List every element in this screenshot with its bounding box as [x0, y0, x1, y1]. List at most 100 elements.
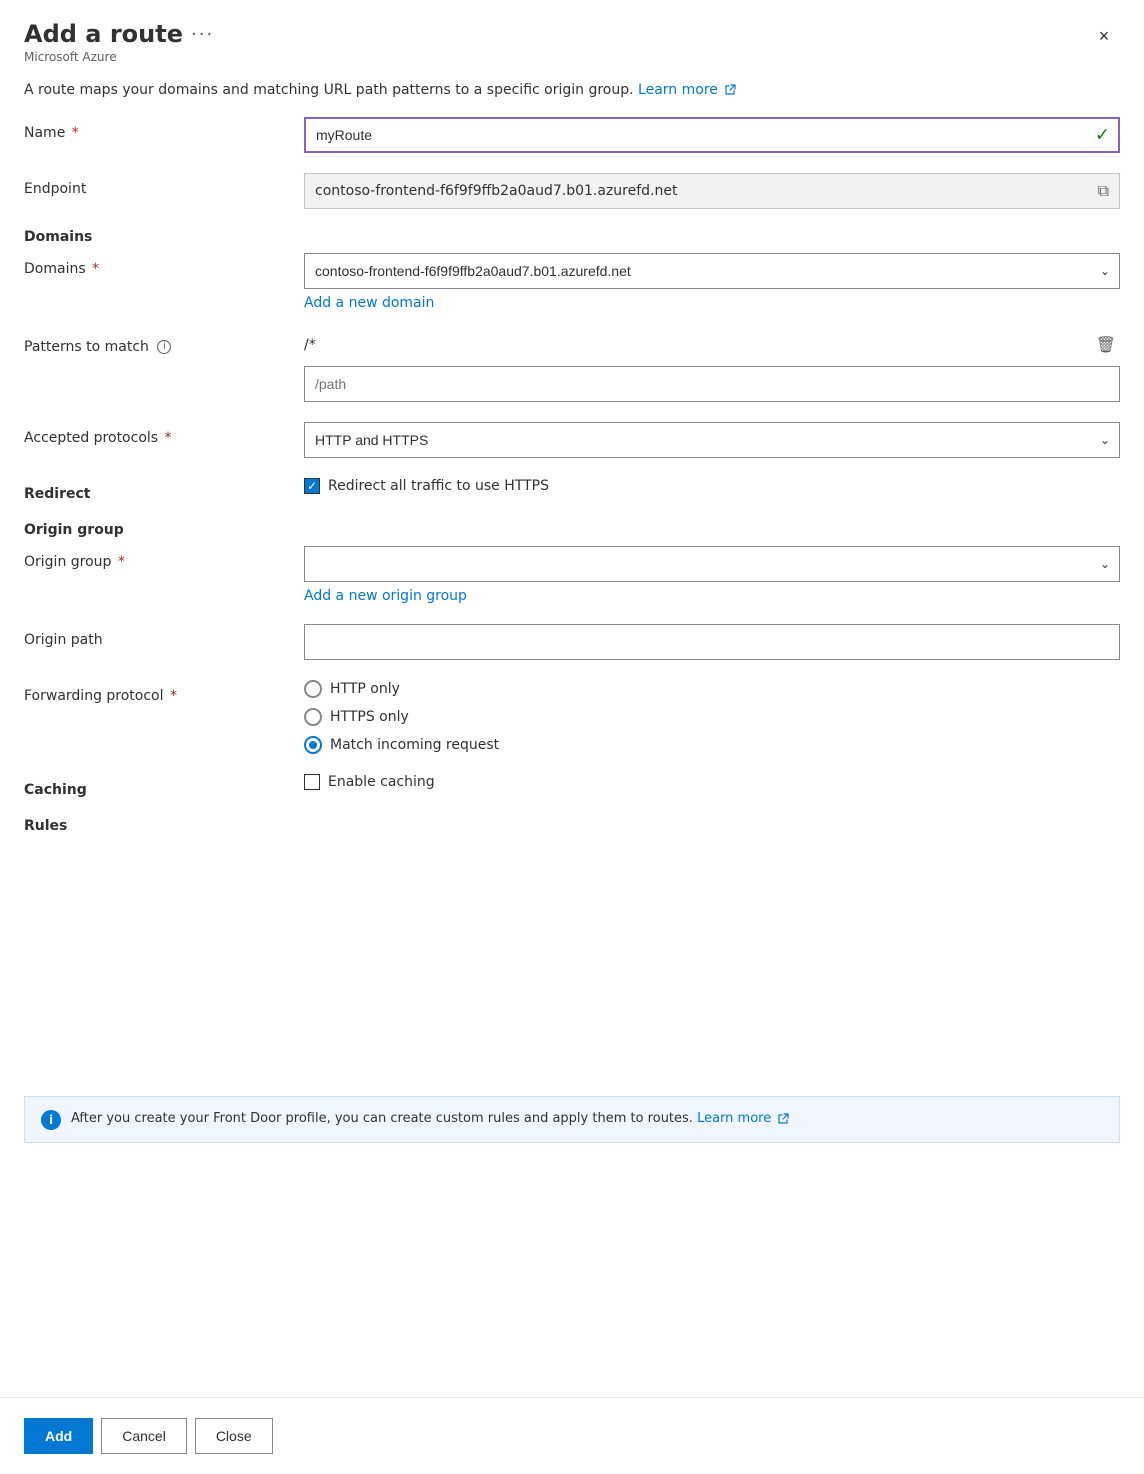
rules-section-label: Rules	[24, 818, 1120, 834]
redirect-row: Redirect ✓ Redirect all traffic to use H…	[24, 478, 1120, 502]
name-required: *	[72, 125, 79, 141]
panel-close-button[interactable]: ×	[1088, 20, 1120, 52]
radio-http-only-button[interactable]	[304, 680, 322, 698]
radio-http-only: HTTP only	[304, 680, 1120, 698]
domains-control: contoso-frontend-f6f9f9ffb2a0aud7.b01.az…	[304, 253, 1120, 311]
radio-https-only-label: HTTPS only	[330, 709, 409, 725]
name-row: Name * ✓	[24, 117, 1120, 153]
patterns-row: Patterns to match i /* 🗑	[24, 331, 1120, 402]
forwarding-protocol-label: Forwarding protocol *	[24, 680, 304, 704]
caching-checkbox-label: Enable caching	[328, 774, 435, 790]
pattern-input[interactable]	[304, 366, 1120, 402]
origin-group-section: Origin group Origin group * ⌄ Add	[24, 522, 1120, 754]
origin-group-control: ⌄ Add a new origin group	[304, 546, 1120, 604]
add-domain-link[interactable]: Add a new domain	[304, 295, 434, 311]
cancel-button[interactable]: Cancel	[101, 1418, 187, 1454]
checkmark-icon: ✓	[1095, 125, 1110, 146]
endpoint-label: Endpoint	[24, 173, 304, 197]
patterns-control: /* 🗑	[304, 331, 1120, 402]
accepted-protocols-required: *	[165, 430, 172, 446]
domains-select[interactable]: contoso-frontend-f6f9f9ffb2a0aud7.b01.az…	[304, 253, 1120, 289]
panel-title: Add a route ···	[24, 20, 214, 48]
name-label: Name *	[24, 117, 304, 141]
caching-label: Caching	[24, 774, 304, 798]
radio-http-only-label: HTTP only	[330, 681, 400, 697]
origin-group-wrapper: ⌄	[304, 546, 1120, 582]
title-dots[interactable]: ···	[191, 24, 214, 45]
domains-select-wrapper: contoso-frontend-f6f9f9ffb2a0aud7.b01.az…	[304, 253, 1120, 289]
name-input[interactable]	[304, 117, 1120, 153]
pattern-item: /* 🗑	[304, 331, 1120, 358]
patterns-info-icon[interactable]: i	[157, 340, 171, 354]
origin-path-row: Origin path	[24, 624, 1120, 660]
add-origin-group-link[interactable]: Add a new origin group	[304, 588, 467, 604]
endpoint-row: Endpoint contoso-frontend-f6f9f9ffb2a0au…	[24, 173, 1120, 209]
name-input-wrapper: ✓	[304, 117, 1120, 153]
origin-group-row: Origin group * ⌄ Add a new origin group	[24, 546, 1120, 604]
origin-group-required: *	[118, 554, 125, 570]
info-banner-text: After you create your Front Door profile…	[71, 1109, 789, 1129]
forwarding-protocol-row: Forwarding protocol * HTTP only HTTPS on…	[24, 680, 1120, 754]
caching-control: Enable caching	[304, 774, 1120, 790]
endpoint-value: contoso-frontend-f6f9f9ffb2a0aud7.b01.az…	[315, 183, 677, 199]
origin-group-section-label: Origin group	[24, 522, 1120, 538]
rules-external-link-icon	[777, 1113, 789, 1125]
panel-subtitle: Microsoft Azure	[24, 50, 214, 64]
patterns-label: Patterns to match i	[24, 331, 304, 355]
rules-learn-more-link[interactable]: Learn more	[697, 1111, 789, 1126]
domains-section-header: Domains	[24, 229, 1120, 245]
rules-section: Rules	[24, 818, 1120, 834]
origin-group-label: Origin group *	[24, 546, 304, 570]
panel-description: A route maps your domains and matching U…	[0, 64, 1144, 117]
form-body: Name * ✓ Endpoint contoso-frontend-f6f9f…	[0, 117, 1144, 1096]
close-button[interactable]: Close	[195, 1418, 273, 1454]
endpoint-field: contoso-frontend-f6f9f9ffb2a0aud7.b01.az…	[304, 173, 1120, 209]
redirect-label: Redirect	[24, 478, 304, 502]
radio-https-only-button[interactable]	[304, 708, 322, 726]
redirect-checkbox[interactable]: ✓	[304, 478, 320, 494]
endpoint-control: contoso-frontend-f6f9f9ffb2a0aud7.b01.az…	[304, 173, 1120, 209]
radio-dot	[309, 741, 317, 749]
panel-footer: Add Cancel Close	[0, 1397, 1144, 1474]
origin-path-control	[304, 624, 1120, 660]
accepted-protocols-label: Accepted protocols *	[24, 422, 304, 446]
radio-match-incoming-button[interactable]	[304, 736, 322, 754]
external-link-icon	[724, 84, 736, 96]
domains-required: *	[92, 261, 99, 277]
delete-pattern-icon[interactable]: 🗑	[1092, 331, 1120, 358]
domains-label: Domains *	[24, 253, 304, 277]
spacer	[0, 1143, 1144, 1397]
origin-path-input[interactable]	[304, 624, 1120, 660]
caching-checkbox-row: Enable caching	[304, 774, 1120, 790]
domains-section: Domains Domains * contoso-frontend-f6f9f…	[24, 229, 1120, 311]
redirect-checkbox-row: ✓ Redirect all traffic to use HTTPS	[304, 478, 1120, 494]
checkmark: ✓	[307, 480, 317, 492]
accepted-protocols-wrapper: HTTP and HTTPS ⌄	[304, 422, 1120, 458]
redirect-control: ✓ Redirect all traffic to use HTTPS	[304, 478, 1120, 494]
origin-group-select[interactable]	[304, 546, 1120, 582]
forwarding-protocol-control: HTTP only HTTPS only Match incoming requ…	[304, 680, 1120, 754]
domains-row: Domains * contoso-frontend-f6f9f9ffb2a0a…	[24, 253, 1120, 311]
add-route-panel: Add a route ··· Microsoft Azure × A rout…	[0, 0, 1144, 1474]
redirect-checkbox-label: Redirect all traffic to use HTTPS	[328, 478, 549, 494]
accepted-protocols-control: HTTP and HTTPS ⌄	[304, 422, 1120, 458]
learn-more-link[interactable]: Learn more	[638, 82, 736, 98]
origin-path-label: Origin path	[24, 624, 304, 648]
accepted-protocols-select[interactable]: HTTP and HTTPS	[304, 422, 1120, 458]
caching-checkbox[interactable]	[304, 774, 320, 790]
origin-group-section-header: Origin group	[24, 522, 1120, 538]
radio-https-only: HTTPS only	[304, 708, 1120, 726]
radio-match-incoming: Match incoming request	[304, 736, 1120, 754]
domains-section-label: Domains	[24, 229, 1120, 245]
accepted-protocols-row: Accepted protocols * HTTP and HTTPS ⌄	[24, 422, 1120, 458]
info-banner-icon: i	[41, 1110, 61, 1130]
copy-icon[interactable]: ⧉	[1098, 181, 1109, 201]
forwarding-protocol-radio-group: HTTP only HTTPS only Match incoming requ…	[304, 680, 1120, 754]
title-text: Add a route	[24, 20, 183, 48]
panel-header: Add a route ··· Microsoft Azure ×	[0, 0, 1144, 64]
forwarding-protocol-required: *	[170, 688, 177, 704]
add-button[interactable]: Add	[24, 1418, 93, 1454]
name-control: ✓	[304, 117, 1120, 153]
panel-title-area: Add a route ··· Microsoft Azure	[24, 20, 214, 64]
caching-row: Caching Enable caching	[24, 774, 1120, 798]
